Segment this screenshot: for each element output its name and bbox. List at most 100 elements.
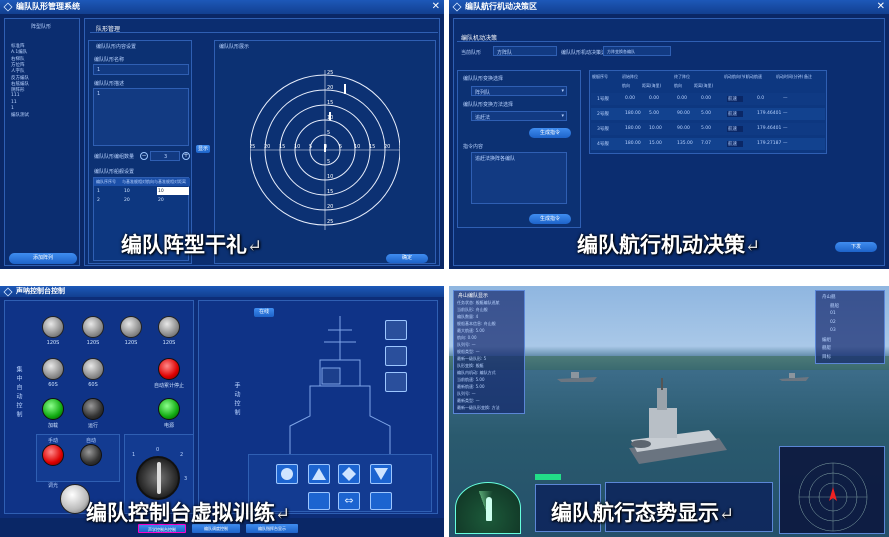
selector-dial[interactable] [136, 456, 180, 500]
x-tick-label: 10 [354, 144, 360, 150]
formation-list-panel: 阵型队形 标准阵 A.1编队 右梯队 方位阵 人字队 反方编队 右舷编队 阴阵形 111 11 1 编… [4, 18, 80, 266]
minus-button[interactable]: − [140, 152, 148, 160]
tree-item[interactable]: 01 [830, 311, 836, 316]
ok-button[interactable]: 确定 [386, 254, 428, 263]
side-button-1[interactable] [385, 320, 407, 340]
table-cell[interactable]: 20 [124, 198, 130, 203]
tree-item[interactable]: 舟山舰 [822, 294, 836, 300]
x-tick-label: 15 [369, 144, 375, 150]
tree-item[interactable]: 编组 [822, 337, 831, 343]
list-item[interactable]: 编队测试 [11, 112, 29, 118]
tree-item[interactable]: 03 [830, 328, 836, 333]
table-cell: 135.00 [677, 141, 693, 146]
close-icon[interactable]: ✕ [432, 0, 440, 14]
sel2-value: 追赶法 [475, 115, 491, 121]
timer-gauge[interactable] [158, 316, 180, 338]
add-formation-button[interactable]: 添加阵列 [9, 253, 77, 264]
table-header: 舰艇序号 [592, 74, 608, 79]
timer-gauge[interactable] [42, 316, 64, 338]
table-cell[interactable]: 20 [158, 198, 164, 203]
side-button-2[interactable] [385, 346, 407, 366]
table-cell[interactable]: 10 [124, 189, 130, 194]
dial-mark-2: 2 [180, 452, 184, 458]
show-button[interactable]: 显示 [196, 145, 210, 153]
list-item[interactable]: 1 [11, 106, 14, 111]
sel1-select[interactable]: 阵列队 ▾ [471, 86, 567, 96]
table-row[interactable]: 2号舰 180.00 5.00 90.00 5.00 航速 179.46401— [591, 108, 825, 120]
side-button-3[interactable] [385, 372, 407, 392]
table-cell[interactable]: 10 [158, 189, 164, 194]
list-item[interactable]: 人字队 [11, 68, 25, 74]
table-cell: 90.00 [677, 126, 690, 131]
decision-select[interactable]: 方阵变换各编队 [603, 46, 671, 56]
square-button[interactable] [370, 492, 392, 510]
timer-gauge[interactable] [82, 316, 104, 338]
timer-gauge[interactable] [42, 358, 64, 380]
tree-item[interactable]: 02 [830, 320, 836, 325]
table-cell: 航速 [727, 96, 743, 102]
name-input[interactable]: 1 [93, 64, 189, 75]
cmd-textarea[interactable]: 追赶法换阵各编队 [471, 152, 567, 204]
auto-lamp[interactable] [80, 444, 102, 466]
table-row[interactable]: 3号舰 180.00 10.00 90.00 5.00 航速 179.46401— [591, 123, 825, 135]
list-item[interactable]: 标准阵 [11, 43, 25, 49]
timer-gauge[interactable] [82, 358, 104, 380]
list-item[interactable]: 右舷编队 [11, 81, 29, 87]
list-item[interactable]: 111 [11, 93, 20, 98]
list-item[interactable]: 右梯队 [11, 56, 25, 62]
load-lamp[interactable] [42, 398, 64, 420]
sel1-label: 编队队形变换选择 [463, 76, 504, 82]
table-row[interactable]: 1号舰 0.00 0.00 0.00 0.00 航速 0.0 — [591, 93, 825, 105]
count-value: 3 [164, 154, 168, 160]
sel2-select[interactable]: 追赶法 ▾ [471, 111, 567, 121]
manual-lamp[interactable] [42, 444, 64, 466]
close-icon[interactable]: ✕ [877, 0, 885, 14]
triangle-up-icon [312, 468, 326, 480]
info-line: 最新一级队形变换: 方法 [457, 405, 500, 410]
count-input[interactable]: 3 [150, 151, 180, 161]
arrow-button[interactable]: ⇔ [338, 492, 360, 510]
table-cell: 0.0 [757, 96, 765, 101]
power-lamp[interactable] [158, 398, 180, 420]
maneuver-decision-panel: 编队航行机动决策区 ✕ 编队机动决策 当前队形 方阵队 编队队形机动决策选择 方阵… [449, 0, 889, 269]
desc-label: 编队队形描述 [94, 81, 125, 87]
tree-item[interactable]: 目标 [822, 354, 831, 360]
send-button[interactable]: 下发 [835, 242, 877, 252]
y-tick-label: 5 [327, 159, 330, 165]
run-lamp[interactable] [82, 398, 104, 420]
up-button[interactable] [308, 464, 330, 484]
tree-item[interactable]: 舰船 [830, 303, 839, 309]
generate-button[interactable]: 生成指令 [529, 128, 571, 138]
x-tick-label: 20 [384, 144, 390, 150]
generate-button-2[interactable]: 生成指令 [529, 214, 571, 224]
list-item[interactable]: A.1编队 [11, 49, 27, 55]
diamond-button[interactable] [338, 464, 360, 484]
chevron-down-icon: ▾ [561, 88, 564, 94]
list-item[interactable]: 反方编队 [11, 75, 29, 81]
table-cell[interactable]: 1 [97, 189, 100, 194]
table-cell[interactable]: 2 [97, 198, 100, 203]
table-header: 初始阵位 [622, 74, 638, 79]
table-cell: 航速 [727, 111, 743, 117]
list-item[interactable]: 11 [11, 100, 17, 105]
current-input[interactable]: 方阵队 [493, 46, 557, 56]
tree-item[interactable]: 舰艇 [822, 345, 831, 351]
plus-button[interactable] [308, 492, 330, 510]
col-header-index: 编队序序号 [96, 179, 116, 184]
down-button[interactable] [370, 464, 392, 484]
stop-lamp[interactable] [158, 358, 180, 380]
timer-gauge[interactable] [120, 316, 142, 338]
gauge-label: 60S [88, 382, 98, 388]
desc-textarea[interactable]: 1 [93, 88, 189, 146]
plus-button[interactable]: + [182, 152, 190, 160]
table-cell: 航速 [727, 126, 743, 132]
ship-marker [329, 112, 331, 120]
info-overlay: 舟山编队显示 任务状态: 舰艇编队巡航 当前队形: 舟山舰 编队数量: 4 舰船基本信… [453, 290, 525, 414]
list-item[interactable]: 方位阵 [11, 62, 25, 68]
polar-chart: 2520151050510152025252015105510152025 [250, 70, 400, 230]
app-icon [3, 2, 13, 12]
info-line: 最新一级队形: 5 [457, 356, 487, 361]
table-row[interactable]: 4号舰 180.00 15.00 135.00 7.07 航速 179.27187— [591, 138, 825, 150]
info-line: 当前队形: 舟山舰 [457, 307, 488, 312]
circle-button[interactable] [276, 464, 298, 484]
